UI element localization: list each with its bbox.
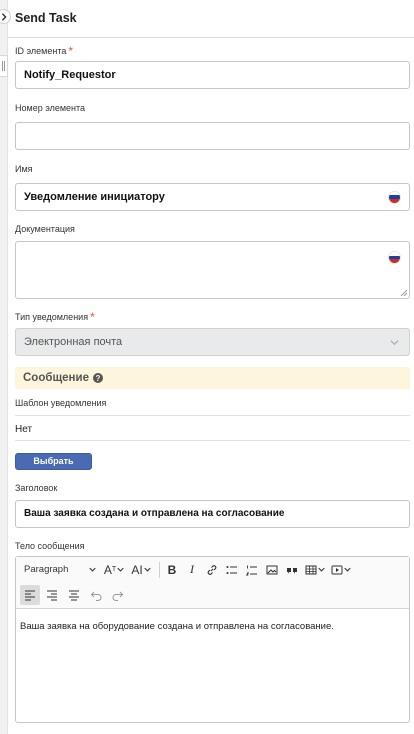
documentation-label: Документация xyxy=(15,224,75,234)
bulleted-list-button[interactable] xyxy=(223,560,241,580)
notification-type-label: Тип уведомления * xyxy=(15,310,95,324)
resize-grip-icon[interactable] xyxy=(401,290,407,296)
numbered-list-button[interactable] xyxy=(243,560,261,580)
font-family-button[interactable]: AI xyxy=(128,560,154,580)
chevron-down-icon xyxy=(390,340,399,346)
element-number-label: Номер элемента xyxy=(15,103,86,113)
paragraph-format-select[interactable]: Paragraph xyxy=(20,560,100,580)
bold-icon: B xyxy=(167,562,177,577)
select-template-button[interactable]: Выбрать xyxy=(15,452,92,470)
media-icon xyxy=(331,565,343,574)
redo-icon xyxy=(112,591,124,601)
subject-label: Заголовок xyxy=(15,482,58,493)
name-value: Уведомление инициатору xyxy=(24,191,165,203)
message-section-title: Сообщение xyxy=(23,372,89,384)
chevron-down-icon xyxy=(117,567,124,572)
element-id-input[interactable]: Notify_Requestor xyxy=(15,61,410,89)
align-left-button[interactable] xyxy=(20,585,40,605)
bulleted-list-icon xyxy=(226,565,237,574)
insert-media-button[interactable] xyxy=(329,560,353,580)
align-center-icon xyxy=(69,590,79,601)
documentation-textarea[interactable] xyxy=(15,241,410,299)
align-right-icon xyxy=(47,590,57,601)
undo-icon xyxy=(90,591,102,601)
quote-icon xyxy=(287,567,297,574)
panel-title: Send Task xyxy=(15,11,77,25)
message-section-header[interactable]: Сообщение ? xyxy=(15,367,410,389)
chevron-down-icon xyxy=(318,567,325,572)
link-icon xyxy=(207,564,217,575)
chevron-down-icon xyxy=(89,567,96,572)
left-rail xyxy=(0,0,8,734)
font-size-icon: A xyxy=(103,562,112,577)
table-icon xyxy=(305,565,317,574)
element-number-input[interactable] xyxy=(15,122,410,150)
name-label: Имя xyxy=(15,164,33,174)
element-id-label: ID элемента * xyxy=(15,44,74,58)
required-marker: * xyxy=(68,44,74,58)
body-label: Тело сообщения xyxy=(15,540,85,551)
align-center-button[interactable] xyxy=(64,585,84,605)
name-input[interactable]: Уведомление инициатору xyxy=(15,183,410,211)
subject-input[interactable]: Ваша заявка создана и отправлена на согл… xyxy=(15,499,410,528)
font-size-button[interactable]: AT xyxy=(102,560,126,580)
properties-panel: Send Task ID элемента * Notify_Requestor … xyxy=(8,0,414,734)
italic-icon: I xyxy=(190,562,194,576)
chevron-down-icon xyxy=(144,567,151,572)
align-left-icon xyxy=(25,590,35,601)
link-button[interactable] xyxy=(203,560,221,580)
bold-button[interactable]: B xyxy=(163,560,181,580)
image-icon xyxy=(266,565,278,574)
message-body-editor[interactable]: Ваша заявка на оборудование создана и от… xyxy=(16,609,409,644)
template-label: Шаблон уведомления xyxy=(15,398,107,408)
help-icon[interactable]: ? xyxy=(92,373,103,383)
russian-flag-icon[interactable] xyxy=(389,191,400,203)
align-right-button[interactable] xyxy=(42,585,62,605)
required-marker: * xyxy=(90,310,95,324)
undo-button[interactable] xyxy=(86,585,106,605)
italic-button[interactable]: I xyxy=(183,560,201,580)
editor-toolbar-secondary xyxy=(16,582,409,609)
quote-button[interactable] xyxy=(283,560,301,580)
template-value: Нет xyxy=(15,415,410,441)
rich-text-editor: Paragraph AT AI B I Ваша заявка на обору… xyxy=(15,555,410,723)
numbered-list-icon xyxy=(246,565,257,575)
russian-flag-icon[interactable] xyxy=(389,252,400,263)
notification-type-value: Электронная почта xyxy=(24,336,123,348)
insert-image-button[interactable] xyxy=(263,560,281,580)
resize-handle[interactable] xyxy=(0,55,8,77)
redo-button[interactable] xyxy=(108,585,128,605)
insert-table-button[interactable] xyxy=(303,560,327,580)
panel-header: Send Task xyxy=(8,0,414,38)
editor-toolbar-primary: Paragraph AT AI B I xyxy=(16,556,409,583)
chevron-down-icon xyxy=(344,567,351,572)
chevron-right-icon xyxy=(1,12,7,21)
notification-type-select[interactable]: Электронная почта xyxy=(15,328,410,356)
font-family-icon: AI xyxy=(131,562,143,577)
